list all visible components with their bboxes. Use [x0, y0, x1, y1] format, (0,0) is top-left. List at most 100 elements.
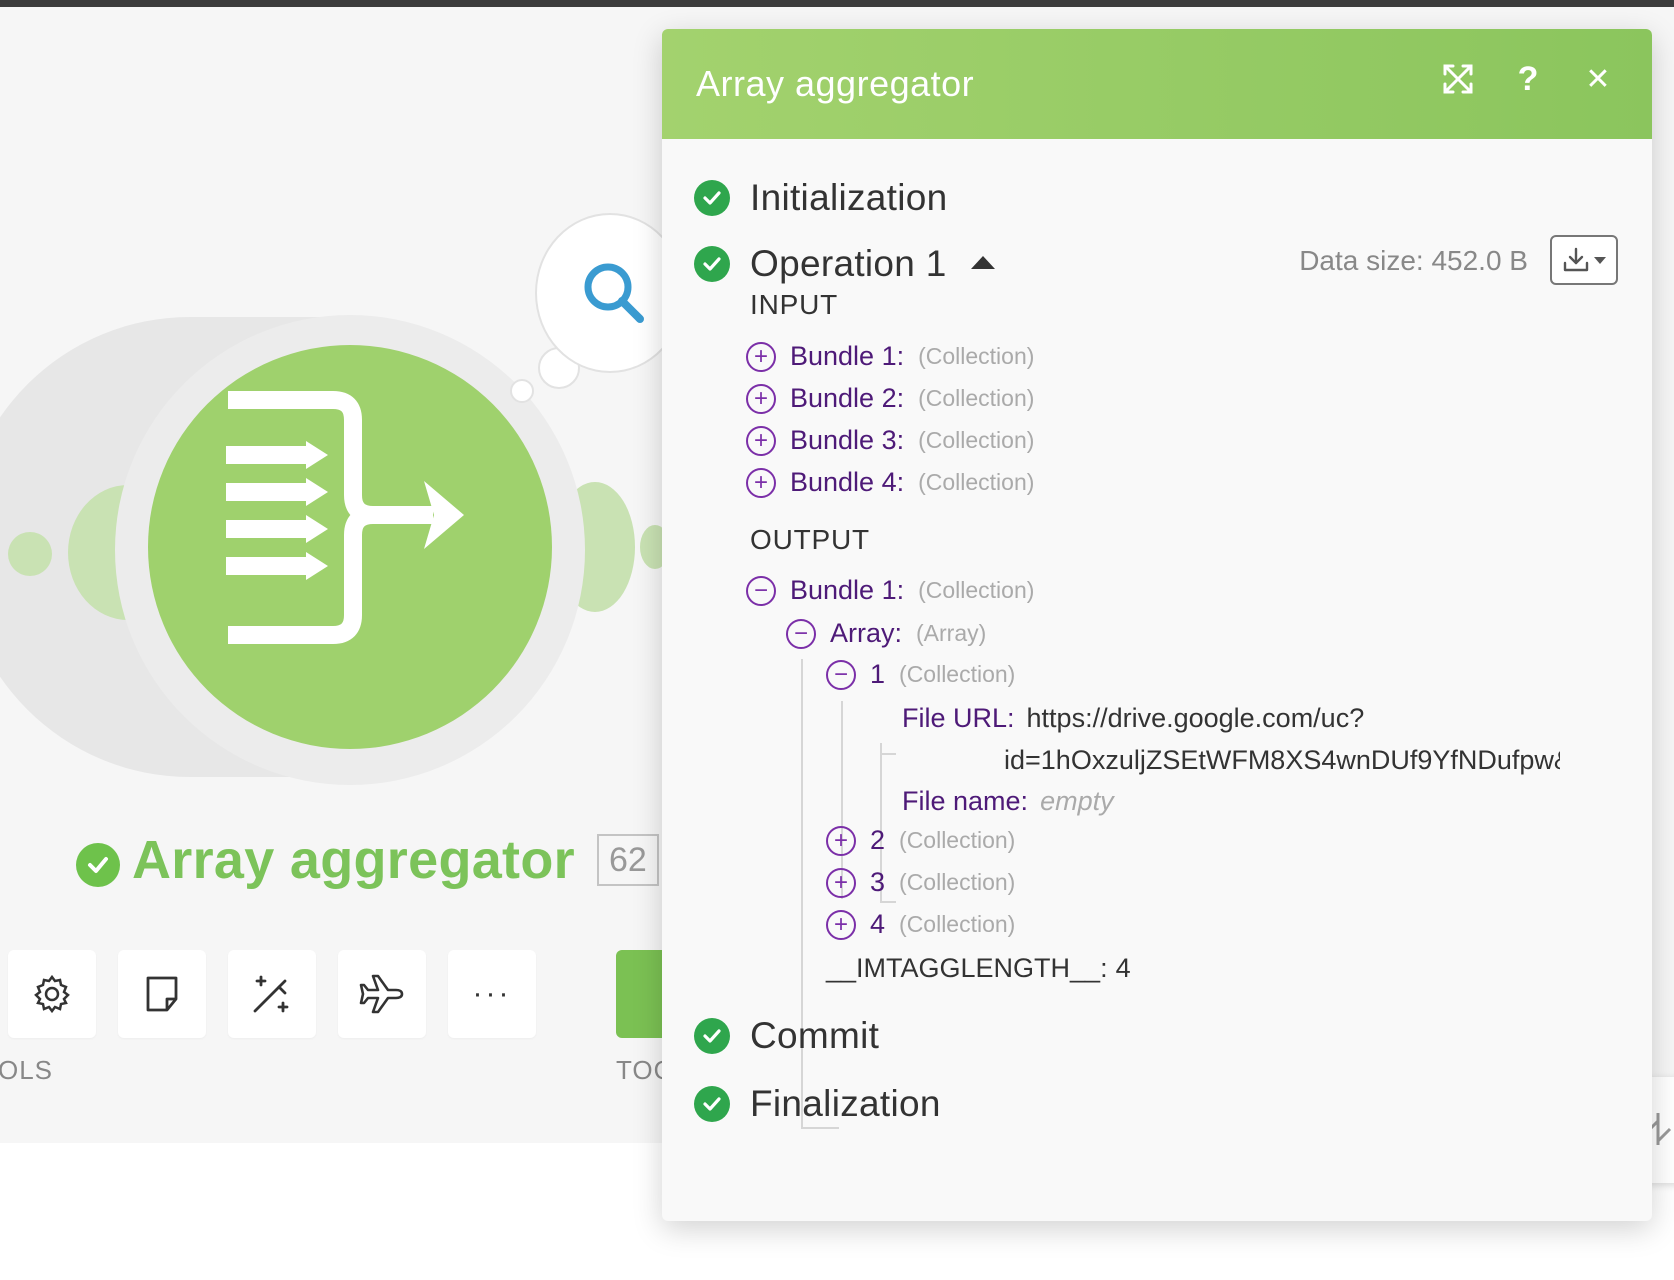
magic-wand-icon [253, 975, 289, 1013]
array-aggregator-icon [226, 391, 464, 644]
bundle-type: (Collection) [918, 427, 1035, 453]
list-item[interactable]: + Bundle 4: (Collection) [746, 467, 1034, 498]
download-button[interactable] [1550, 235, 1618, 285]
tree-line [880, 901, 896, 903]
collapse-caret-icon[interactable] [970, 255, 995, 269]
list-item[interactable]: − 1 (Collection) [826, 659, 1015, 690]
bundle-key: Bundle 4: [790, 467, 905, 497]
success-check-icon [694, 1086, 730, 1122]
stage-label: Initialization [750, 177, 948, 218]
magic-wand-button[interactable] [228, 950, 316, 1038]
item-type: (Collection) [899, 869, 1016, 895]
expand-plus-icon[interactable]: + [746, 467, 776, 498]
item-type: (Collection) [899, 661, 1016, 687]
item-key: 4 [870, 909, 886, 939]
note-button[interactable] [118, 950, 206, 1038]
data-size: Data size: 452.0 B [1299, 245, 1528, 276]
stage-commit[interactable]: Commit [694, 1015, 879, 1057]
expand-button[interactable] [1438, 59, 1478, 99]
success-check-icon [694, 246, 730, 282]
item-key: 2 [870, 825, 886, 855]
stage-finalization[interactable]: Finalization [694, 1083, 941, 1125]
settings-button[interactable] [8, 950, 96, 1038]
top-bar [0, 0, 1674, 7]
help-button[interactable]: ? [1508, 59, 1548, 99]
list-item[interactable]: − Array: (Array) [786, 618, 986, 649]
expand-plus-icon[interactable]: + [826, 825, 856, 856]
collapse-minus-icon[interactable]: − [786, 618, 816, 649]
more-icon: ··· [472, 977, 512, 1010]
input-section-title: INPUT [750, 289, 838, 320]
array-key: Array: [830, 618, 903, 648]
output-section-title: OUTPUT [750, 524, 870, 555]
success-check-icon [694, 1018, 730, 1054]
list-item[interactable]: + Bundle 3: (Collection) [746, 425, 1034, 456]
item-key: 1 [870, 659, 886, 689]
bundle-key: Bundle 1: [790, 341, 905, 371]
flight-button[interactable] [338, 950, 426, 1038]
item-key: 3 [870, 867, 886, 897]
list-item[interactable]: + 2 (Collection) [826, 825, 1015, 856]
panel-body: Initialization Operation 1 Data size: 45… [662, 139, 1652, 1221]
collapse-minus-icon[interactable]: − [826, 659, 856, 690]
success-check-icon [76, 843, 120, 887]
download-icon [1563, 247, 1589, 272]
expand-plus-icon[interactable]: + [826, 909, 856, 940]
list-item[interactable]: + Bundle 2: (Collection) [746, 383, 1034, 414]
thought-bubble-small [510, 379, 534, 403]
field-key: __IMTAGGLENGTH__: [826, 953, 1108, 983]
field-value: empty [1040, 786, 1114, 816]
help-icon: ? [1517, 59, 1539, 98]
stage-label: Operation 1 [750, 243, 947, 284]
file-url-row[interactable]: File URL: https://drive.google.com/uc? [902, 703, 1364, 734]
note-icon [146, 976, 178, 1012]
stage-label: Commit [750, 1015, 880, 1056]
bundle-type: (Collection) [918, 343, 1035, 369]
expand-icon [1443, 64, 1473, 94]
collapse-minus-icon[interactable]: − [746, 575, 776, 606]
bundle-key: Bundle 1: [790, 575, 905, 605]
field-value: https://drive.google.com/uc? [1026, 703, 1365, 733]
search-icon[interactable] [578, 257, 650, 329]
output-inspector-panel: Array aggregator ? ✕ Initialization Oper… [662, 29, 1652, 1221]
left-connector-dot [8, 532, 52, 576]
expand-plus-icon[interactable]: + [746, 425, 776, 456]
item-type: (Collection) [899, 827, 1016, 853]
list-item[interactable]: − Bundle 1: (Collection) [746, 575, 1034, 606]
module-label: Array aggregator 62 [76, 825, 659, 895]
close-button[interactable]: ✕ [1578, 59, 1618, 99]
tree-line [801, 1127, 839, 1129]
length-row[interactable]: __IMTAGGLENGTH__: 4 [826, 953, 1131, 984]
success-check-icon [694, 180, 730, 216]
module-id-badge: 62 [596, 834, 659, 886]
file-url-continuation: id=1hOxzuljZSEtWFM8XS4wnDUf9YfNDufpw&exp… [1004, 745, 1560, 776]
panel-title: Array aggregator [696, 63, 975, 104]
item-type: (Collection) [899, 911, 1016, 937]
field-value: 4 [1115, 953, 1131, 983]
expand-plus-icon[interactable]: + [826, 867, 856, 898]
more-button[interactable]: ··· [448, 950, 536, 1038]
tree-line [801, 659, 803, 1129]
bundle-key: Bundle 2: [790, 383, 905, 413]
chevron-down-icon [1594, 256, 1606, 264]
airplane-icon [359, 974, 404, 1014]
bundle-type: (Collection) [918, 577, 1035, 603]
toolbar-label-left: OLS [0, 1055, 54, 1085]
panel-header: Array aggregator ? ✕ [662, 29, 1652, 139]
file-name-row[interactable]: File name: empty [902, 786, 1114, 817]
list-item[interactable]: + Bundle 1: (Collection) [746, 341, 1034, 372]
stage-initialization[interactable]: Initialization [694, 177, 948, 219]
bundle-key: Bundle 3: [790, 425, 905, 455]
list-item[interactable]: + 3 (Collection) [826, 867, 1015, 898]
close-icon: ✕ [1585, 62, 1611, 96]
bundle-type: (Collection) [918, 385, 1035, 411]
expand-plus-icon[interactable]: + [746, 341, 776, 372]
field-key: File URL: [902, 703, 1015, 733]
expand-plus-icon[interactable]: + [746, 383, 776, 414]
bundle-type: (Collection) [918, 469, 1035, 495]
canvas-toolbar: ··· [8, 950, 536, 1038]
list-item[interactable]: + 4 (Collection) [826, 909, 1015, 940]
stage-operation-1[interactable]: Operation 1 [694, 243, 995, 285]
module-title[interactable]: Array aggregator [132, 829, 575, 891]
stage-label: Finalization [750, 1083, 941, 1124]
